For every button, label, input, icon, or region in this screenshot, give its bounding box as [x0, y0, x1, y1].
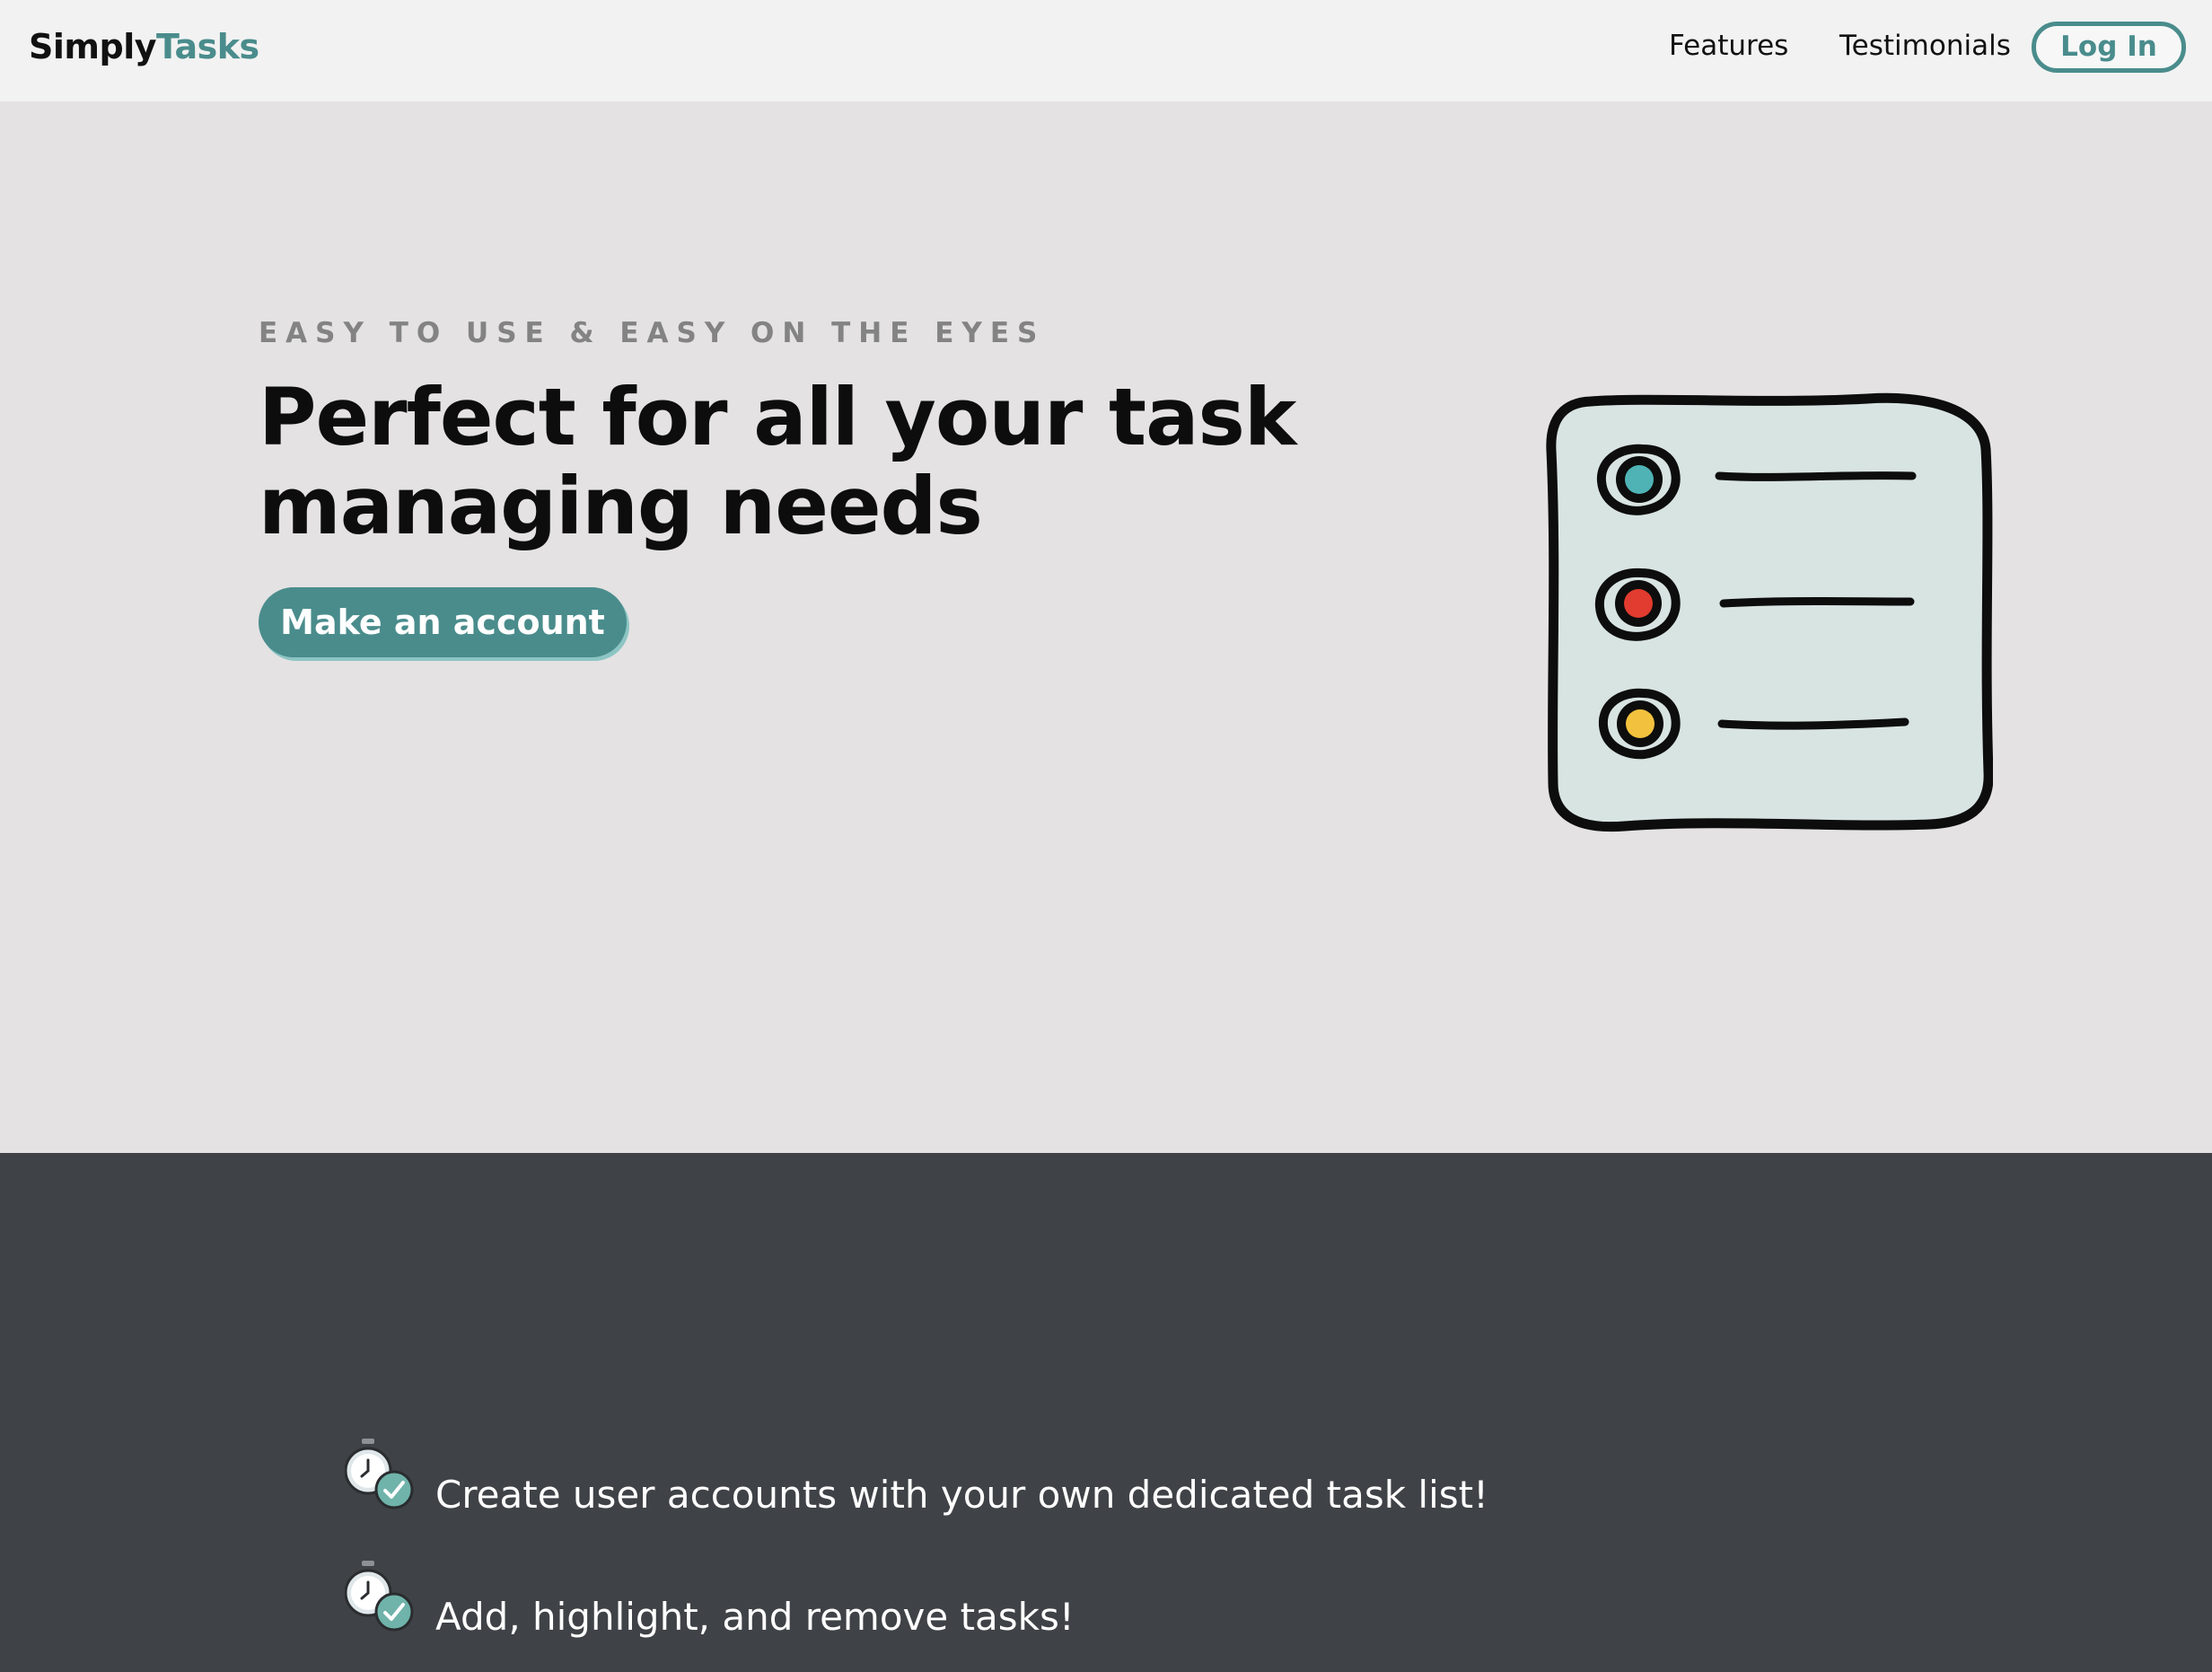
stopwatch-check-icon: [345, 1439, 414, 1509]
login-button[interactable]: Log In: [2032, 22, 2186, 73]
hero-headline-line1: Perfect for all your task: [259, 371, 1296, 463]
navbar: SimplyTasks Features Testimonials Log In: [0, 0, 2212, 101]
logo-primary: Simply: [29, 27, 157, 66]
make-account-button[interactable]: Make an account: [259, 587, 627, 657]
feature-item: Create user accounts with your own dedic…: [345, 1437, 1961, 1518]
nav-link-features[interactable]: Features: [1669, 30, 1788, 62]
feature-text: Add, highlight, and remove tasks!: [435, 1595, 1075, 1639]
hero-headline: Perfect for all your task managing needs: [259, 373, 1336, 550]
task-dot-teal: [1625, 465, 1654, 494]
task-card-outline: [1546, 392, 1993, 832]
hero-headline-line2: managing needs: [259, 460, 983, 552]
task-list-illustration: [1546, 392, 1993, 832]
hero-eyebrow: EASY TO USE & EASY ON THE EYES: [259, 317, 1046, 349]
logo[interactable]: SimplyTasks: [29, 27, 259, 66]
task-dot-red: [1624, 589, 1653, 618]
stopwatch-check-icon: [345, 1561, 414, 1632]
task-dot-yellow: [1626, 709, 1655, 738]
page: SimplyTasks Features Testimonials Log In…: [0, 0, 2212, 1672]
nav-link-testimonials[interactable]: Testimonials: [1839, 30, 2011, 62]
logo-accent: Tasks: [156, 27, 259, 66]
feature-item: Add, highlight, and remove tasks!: [345, 1559, 1961, 1640]
feature-text: Create user accounts with your own dedic…: [435, 1473, 1488, 1517]
